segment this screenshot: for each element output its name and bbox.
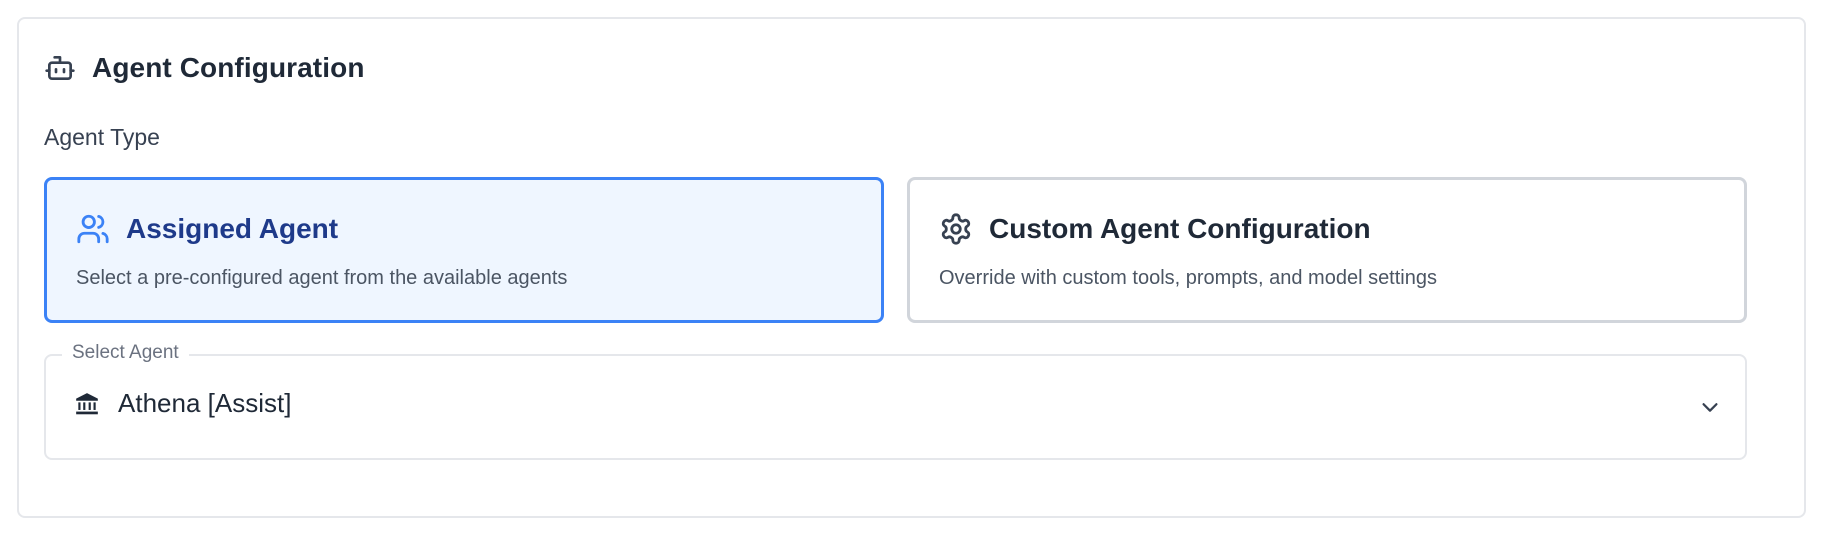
robot-icon [44,52,76,84]
custom-agent-title: Custom Agent Configuration [989,213,1371,244]
select-agent-dropdown[interactable]: Select Agent Athena [Assist] [44,342,1747,460]
assigned-agent-option-header: Assigned Agent [76,212,338,246]
chevron-down-icon[interactable] [1697,396,1723,418]
section-title: Agent Configuration [92,52,365,83]
bank-icon [74,391,100,417]
assigned-agent-title: Assigned Agent [126,213,339,244]
custom-agent-option-header: Custom Agent Configuration [939,212,1371,246]
assigned-agent-option[interactable]: Assigned Agent Select a pre-configured a… [44,177,884,323]
custom-agent-option[interactable]: Custom Agent Configuration Override with… [907,177,1747,323]
select-agent-label: Select Agent [62,342,189,364]
selected-agent-text: Athena [Assist] [118,388,292,418]
section-header: Agent Configuration [44,47,365,89]
assigned-agent-description: Select a pre-configured agent from the a… [76,267,568,289]
custom-agent-description: Override with custom tools, prompts, and… [939,267,1437,289]
users-icon [76,212,110,246]
agent-type-label: Agent Type [44,124,160,150]
gear-icon [939,212,973,246]
select-agent-value: Athena [Assist] [74,388,291,419]
